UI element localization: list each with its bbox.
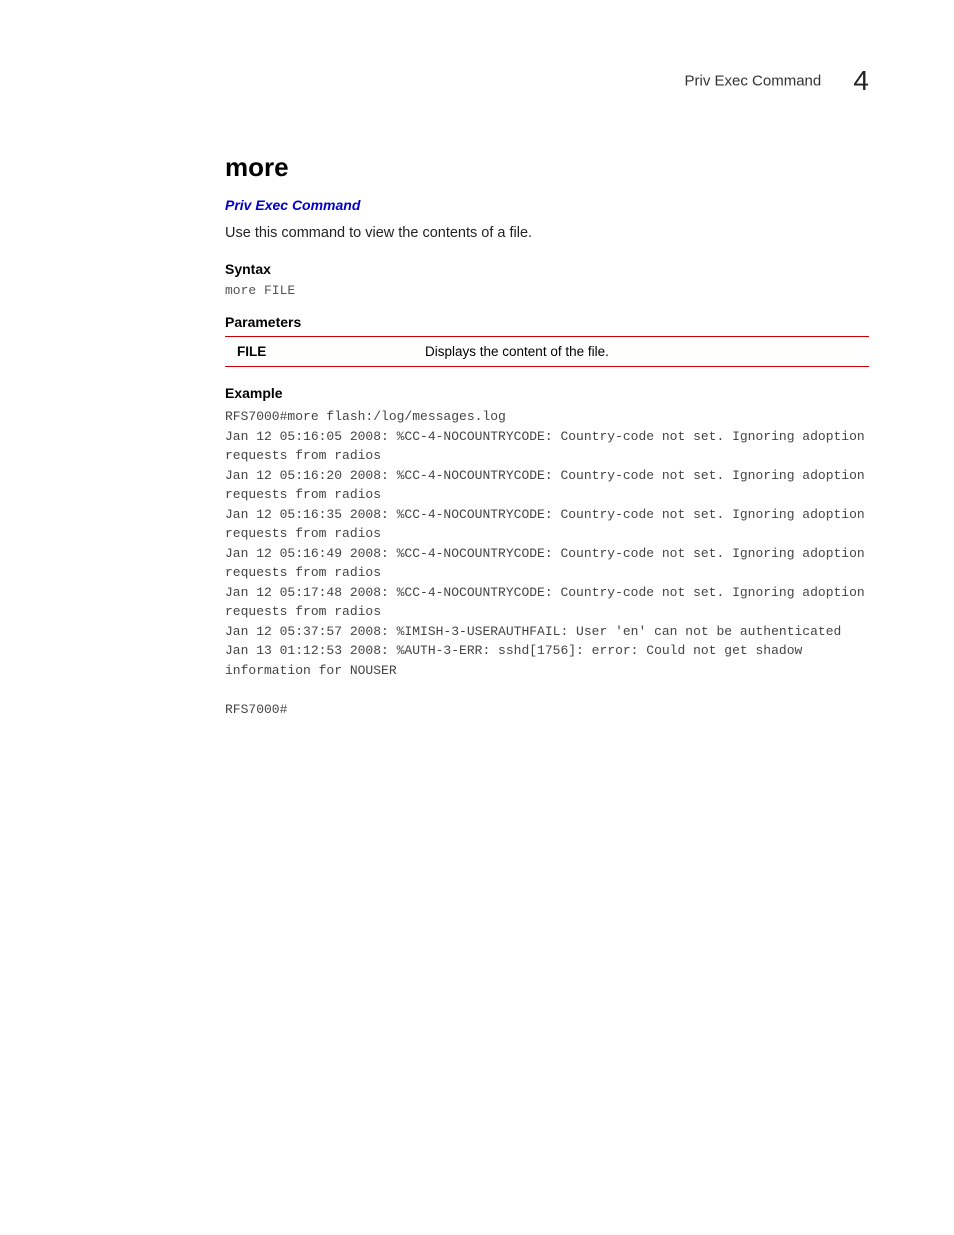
- parameters-table: FILE Displays the content of the file.: [225, 336, 869, 367]
- param-name: FILE: [225, 337, 415, 367]
- param-description: Displays the content of the file.: [415, 337, 869, 367]
- chapter-number: 4: [853, 65, 869, 96]
- example-code: RFS7000#more flash:/log/messages.log Jan…: [225, 407, 869, 719]
- page-header: Priv Exec Command 4: [85, 65, 869, 97]
- example-heading: Example: [225, 385, 869, 401]
- syntax-code: more FILE: [225, 283, 869, 298]
- table-row: FILE Displays the content of the file.: [225, 337, 869, 367]
- command-title: more: [225, 152, 869, 183]
- header-title: Priv Exec Command: [685, 73, 822, 90]
- content-area: more Priv Exec Command Use this command …: [85, 152, 869, 719]
- syntax-heading: Syntax: [225, 261, 869, 277]
- parameters-heading: Parameters: [225, 314, 869, 330]
- section-link[interactable]: Priv Exec Command: [225, 197, 869, 213]
- command-description: Use this command to view the contents of…: [225, 223, 869, 243]
